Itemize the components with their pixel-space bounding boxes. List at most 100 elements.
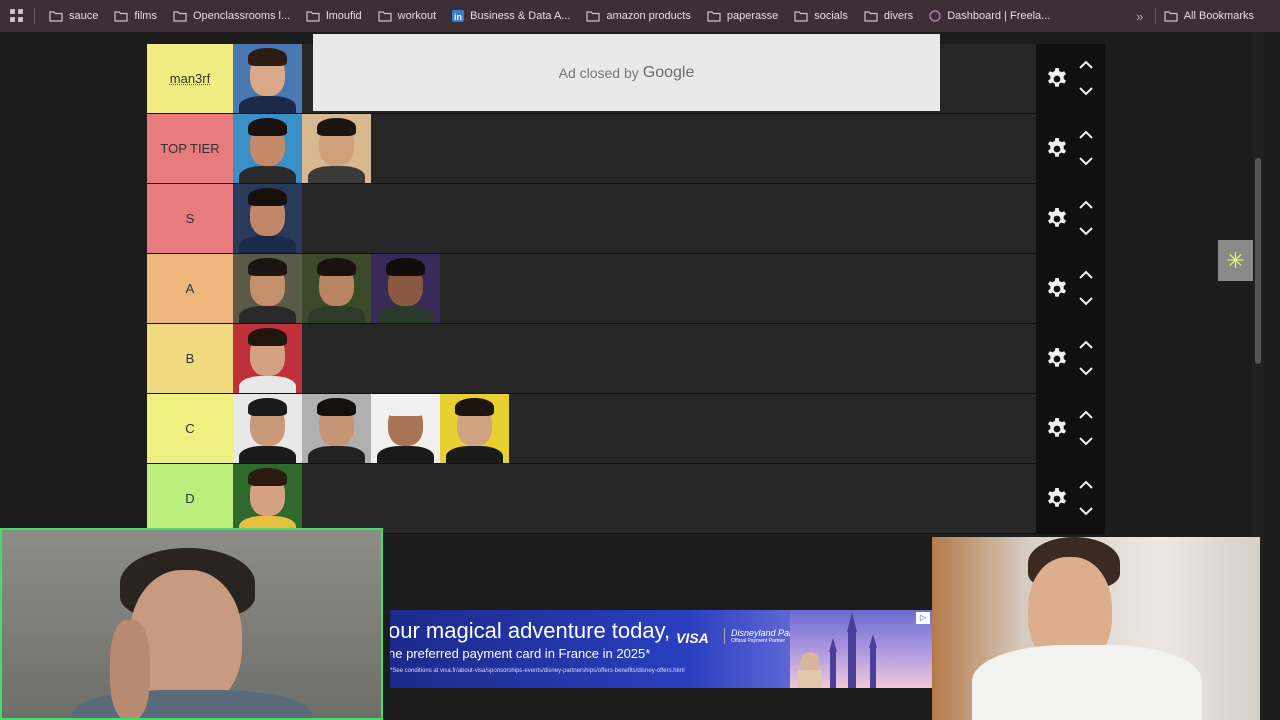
tier-row: S bbox=[147, 184, 1105, 254]
disney-partner-note: Official Payment Partner bbox=[731, 638, 786, 644]
move-up-icon[interactable] bbox=[1078, 53, 1094, 79]
bookmark-item[interactable]: amazon products bbox=[580, 4, 696, 28]
move-up-icon[interactable] bbox=[1078, 473, 1094, 499]
tier-row: B bbox=[147, 324, 1105, 394]
tier-label[interactable]: A bbox=[147, 254, 233, 323]
apps-grid-icon[interactable] bbox=[0, 0, 34, 32]
move-down-icon[interactable] bbox=[1078, 219, 1094, 245]
bookmark-item[interactable]: lmoufid bbox=[300, 4, 367, 28]
tier-row: TOP TIER bbox=[147, 114, 1105, 184]
gear-icon[interactable] bbox=[1040, 347, 1074, 371]
tier-label[interactable]: D bbox=[147, 464, 233, 533]
bookmark-item[interactable]: paperasse bbox=[701, 4, 784, 28]
tier-row: D bbox=[147, 464, 1105, 534]
move-down-icon[interactable] bbox=[1078, 79, 1094, 105]
visa-disney-ad[interactable]: our magical adventure today, he preferre… bbox=[390, 610, 932, 688]
move-up-icon[interactable] bbox=[1078, 123, 1094, 149]
move-down-icon[interactable] bbox=[1078, 359, 1094, 385]
bookmark-item[interactable]: Dashboard | Freela... bbox=[923, 4, 1056, 28]
extension-widget-button[interactable]: ✳ bbox=[1218, 240, 1253, 281]
gear-icon[interactable] bbox=[1040, 487, 1074, 511]
ad-headline: our magical adventure today, bbox=[390, 618, 671, 643]
bookmark-item[interactable]: films bbox=[108, 4, 163, 28]
folder-icon bbox=[378, 10, 392, 22]
tier-items bbox=[233, 114, 1105, 183]
bookmark-label: sauce bbox=[69, 10, 99, 22]
tier-item-photo[interactable] bbox=[233, 394, 302, 463]
all-bookmarks-button[interactable]: All Bookmarks bbox=[1154, 8, 1280, 24]
bookmark-label: amazon products bbox=[606, 10, 691, 22]
all-bookmarks-label: All Bookmarks bbox=[1183, 10, 1254, 22]
google-logo: Google bbox=[642, 63, 695, 81]
webcam-left bbox=[0, 528, 383, 720]
tier-items bbox=[233, 324, 1105, 393]
bookmark-item[interactable]: in Business & Data A... bbox=[446, 4, 576, 28]
folder-icon bbox=[707, 10, 721, 22]
tier-items bbox=[233, 394, 1105, 463]
move-up-icon[interactable] bbox=[1078, 403, 1094, 429]
bookmarks-bar: sauce films Openclassrooms l... lmoufid work… bbox=[0, 0, 1280, 32]
bookmark-label: paperasse bbox=[726, 10, 779, 22]
gear-icon[interactable] bbox=[1040, 67, 1074, 91]
more-bookmarks-chevron[interactable]: » bbox=[1125, 9, 1155, 24]
bookmark-item[interactable]: socials bbox=[788, 4, 854, 28]
bookmark-label: socials bbox=[814, 10, 848, 22]
bookmark-item[interactable]: Openclassrooms l... bbox=[167, 4, 296, 28]
tier-label[interactable]: TOP TIER bbox=[147, 114, 233, 183]
bookmark-item[interactable]: workout bbox=[372, 4, 443, 28]
folder-icon bbox=[794, 10, 808, 22]
linkedin-icon: in bbox=[452, 10, 465, 22]
tier-controls bbox=[1036, 254, 1105, 324]
scrollbar-thumb[interactable] bbox=[1255, 158, 1261, 364]
castle-image bbox=[790, 610, 932, 688]
move-down-icon[interactable] bbox=[1078, 499, 1094, 525]
bookmark-label: films bbox=[134, 10, 157, 22]
disney-logo-text: Disneyland Paris bbox=[731, 628, 799, 638]
tier-controls bbox=[1036, 324, 1105, 394]
tier-item-photo[interactable] bbox=[371, 254, 440, 323]
move-up-icon[interactable] bbox=[1078, 263, 1094, 289]
tier-controls bbox=[1036, 394, 1105, 464]
ad-choices-icon[interactable]: ▷ bbox=[916, 612, 930, 624]
ad-subline: he preferred payment card in France in 2… bbox=[390, 646, 651, 661]
folder-icon bbox=[1164, 10, 1178, 22]
folder-icon bbox=[114, 10, 128, 22]
tier-item-photo[interactable] bbox=[233, 324, 302, 393]
tier-items bbox=[233, 254, 1105, 323]
move-up-icon[interactable] bbox=[1078, 193, 1094, 219]
move-down-icon[interactable] bbox=[1078, 429, 1094, 455]
tier-item-photo[interactable] bbox=[233, 44, 302, 113]
tier-item-photo[interactable] bbox=[233, 464, 302, 533]
tier-item-photo[interactable] bbox=[302, 254, 371, 323]
bookmark-label: workout bbox=[397, 10, 437, 22]
tier-item-photo[interactable] bbox=[233, 114, 302, 183]
ad-fine-print: *See conditions at visa.fr/about-visa/sp… bbox=[390, 668, 685, 674]
visa-logo: VISA bbox=[676, 630, 709, 646]
tier-item-photo[interactable] bbox=[371, 394, 440, 463]
tier-item-photo[interactable] bbox=[233, 184, 302, 253]
svg-text:in: in bbox=[454, 12, 462, 22]
gear-icon[interactable] bbox=[1040, 137, 1074, 161]
tier-label[interactable]: S bbox=[147, 184, 233, 253]
tier-item-photo[interactable] bbox=[302, 114, 371, 183]
tier-label[interactable]: B bbox=[147, 324, 233, 393]
bookmark-item[interactable]: divers bbox=[858, 4, 919, 28]
tier-label[interactable]: man3rf bbox=[147, 44, 233, 113]
move-up-icon[interactable] bbox=[1078, 333, 1094, 359]
bookmark-label: Dashboard | Freela... bbox=[947, 10, 1051, 22]
tier-row: A bbox=[147, 254, 1105, 324]
gear-icon[interactable] bbox=[1040, 207, 1074, 231]
tier-label[interactable]: C bbox=[147, 394, 233, 463]
move-down-icon[interactable] bbox=[1078, 289, 1094, 315]
tier-item-photo[interactable] bbox=[233, 254, 302, 323]
tier-controls bbox=[1036, 184, 1105, 254]
gear-icon[interactable] bbox=[1040, 277, 1074, 301]
move-down-icon[interactable] bbox=[1078, 149, 1094, 175]
tier-item-photo[interactable] bbox=[302, 394, 371, 463]
gear-icon[interactable] bbox=[1040, 417, 1074, 441]
tier-controls bbox=[1036, 44, 1105, 114]
tier-item-photo[interactable] bbox=[440, 394, 509, 463]
bookmark-item[interactable]: sauce bbox=[43, 4, 104, 28]
bookmark-label: Business & Data A... bbox=[470, 10, 571, 22]
folder-icon bbox=[49, 10, 63, 22]
